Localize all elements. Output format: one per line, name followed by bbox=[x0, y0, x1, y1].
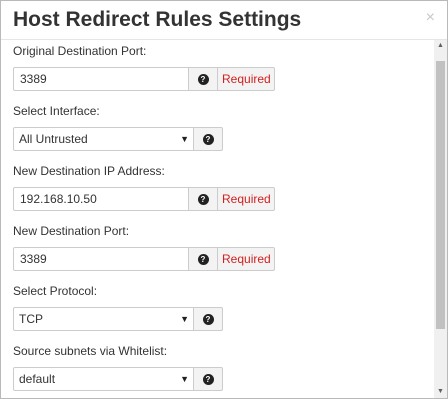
chevron-down-icon: ▼ bbox=[180, 374, 189, 384]
whitelist-group: Source subnets via Whitelist: default ▼ … bbox=[13, 344, 223, 391]
new-ip-group: New Destination IP Address: 192.168.10.5… bbox=[13, 164, 275, 211]
question-icon: ? bbox=[197, 193, 209, 205]
new-ip-required-badge: Required bbox=[218, 187, 275, 211]
whitelist-select[interactable]: default ▼ bbox=[13, 367, 194, 391]
dialog-body: Original Destination Port: 3389 ? Requir… bbox=[1, 40, 433, 398]
original-port-help-button[interactable]: ? bbox=[189, 67, 218, 91]
new-ip-input[interactable]: 192.168.10.50 bbox=[13, 187, 189, 211]
new-port-help-button[interactable]: ? bbox=[189, 247, 218, 271]
new-ip-help-button[interactable]: ? bbox=[189, 187, 218, 211]
new-ip-label: New Destination IP Address: bbox=[13, 164, 165, 178]
interface-label: Select Interface: bbox=[13, 104, 100, 118]
chevron-down-icon: ▼ bbox=[180, 314, 189, 324]
new-port-input[interactable]: 3389 bbox=[13, 247, 189, 271]
protocol-group: Select Protocol: TCP ▼ ? bbox=[13, 284, 223, 331]
close-icon[interactable]: × bbox=[426, 9, 435, 27]
protocol-select[interactable]: TCP ▼ bbox=[13, 307, 194, 331]
host-redirect-dialog: Host Redirect Rules Settings × Original … bbox=[0, 0, 448, 399]
question-icon: ? bbox=[202, 133, 214, 145]
original-port-input[interactable]: 3389 bbox=[13, 67, 189, 91]
new-port-required-badge: Required bbox=[218, 247, 275, 271]
protocol-select-value: TCP bbox=[19, 312, 43, 326]
scrollbar-thumb[interactable] bbox=[436, 61, 445, 329]
whitelist-help-button[interactable]: ? bbox=[194, 367, 223, 391]
whitelist-label: Source subnets via Whitelist: bbox=[13, 344, 168, 358]
question-icon: ? bbox=[202, 313, 214, 325]
interface-select[interactable]: All Untrusted ▼ bbox=[13, 127, 194, 151]
interface-group: Select Interface: All Untrusted ▼ ? bbox=[13, 104, 223, 151]
dialog-title: Host Redirect Rules Settings bbox=[13, 8, 302, 31]
protocol-help-button[interactable]: ? bbox=[194, 307, 223, 331]
scroll-up-icon[interactable]: ▲ bbox=[434, 40, 447, 52]
chevron-down-icon: ▼ bbox=[180, 134, 189, 144]
original-port-required-badge: Required bbox=[218, 67, 275, 91]
scroll-down-icon[interactable]: ▼ bbox=[434, 386, 447, 398]
new-port-group: New Destination Port: 3389 ? Required bbox=[13, 224, 275, 271]
whitelist-select-value: default bbox=[19, 372, 56, 386]
protocol-label: Select Protocol: bbox=[13, 284, 98, 298]
question-icon: ? bbox=[197, 73, 209, 85]
question-icon: ? bbox=[197, 253, 209, 265]
interface-select-value: All Untrusted bbox=[19, 132, 88, 146]
original-port-label: Original Destination Port: bbox=[13, 44, 147, 58]
vertical-scrollbar[interactable]: ▲ ▼ bbox=[434, 40, 447, 398]
question-icon: ? bbox=[202, 373, 214, 385]
original-port-group: Original Destination Port: 3389 ? Requir… bbox=[13, 44, 275, 91]
new-port-label: New Destination Port: bbox=[13, 224, 130, 238]
dialog-header: Host Redirect Rules Settings × bbox=[1, 1, 447, 40]
interface-help-button[interactable]: ? bbox=[194, 127, 223, 151]
